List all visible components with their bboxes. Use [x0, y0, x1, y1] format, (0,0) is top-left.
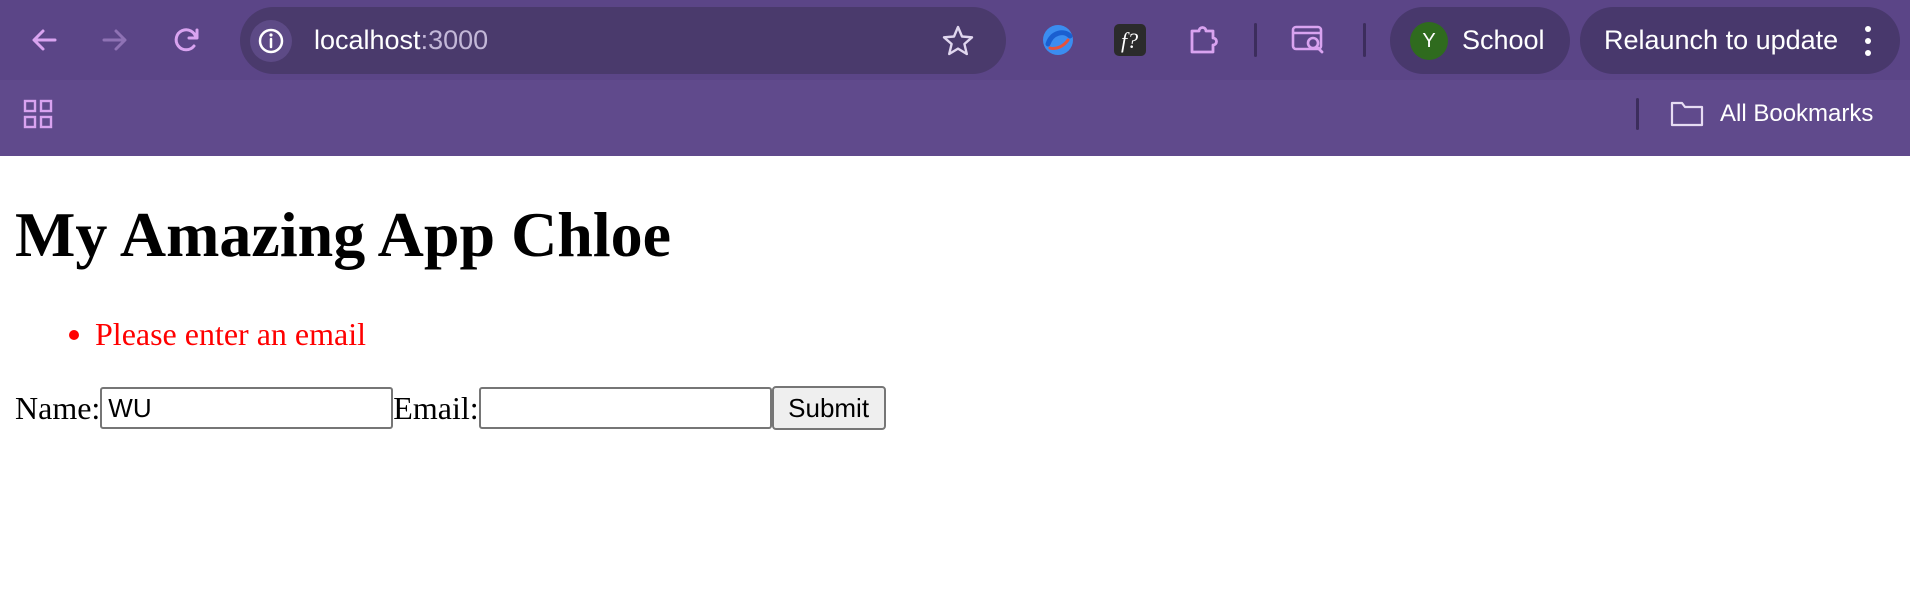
submit-button[interactable]: Submit — [771, 386, 886, 430]
signup-form: Name: Email: Submit — [15, 386, 886, 430]
email-label: Email: — [393, 389, 479, 426]
error-message: Please enter an email — [95, 316, 366, 352]
all-bookmarks-label[interactable]: All Bookmarks — [1720, 100, 1873, 128]
bookmarks-divider — [1636, 98, 1639, 130]
forward-icon — [102, 29, 127, 51]
address-bar[interactable]: localhost:3000 — [240, 7, 1006, 74]
browser-chrome: localhost:3000 f? Y School Relaunch to u… — [0, 0, 1910, 156]
url-text: localhost:3000 — [314, 25, 488, 56]
site-info-icon — [258, 28, 284, 54]
profile-name: School — [1462, 25, 1545, 55]
forward-button[interactable] — [93, 18, 137, 62]
profile-button[interactable]: Y School — [1390, 7, 1570, 74]
extensions-button[interactable] — [1182, 19, 1224, 61]
svg-text:f?: f? — [1121, 28, 1138, 53]
apps-grid-icon[interactable] — [22, 98, 54, 130]
avatar: Y — [1410, 22, 1448, 60]
browser-toolbar: localhost:3000 f? Y School Relaunch to u… — [0, 0, 1910, 80]
back-icon — [32, 29, 57, 51]
toolbar-divider — [1254, 23, 1257, 57]
name-label: Name: — [15, 389, 101, 426]
toolbar-divider — [1363, 23, 1366, 57]
star-icon[interactable] — [940, 23, 976, 59]
reload-button[interactable] — [165, 18, 209, 62]
extensions-puzzle-icon — [1190, 26, 1218, 54]
relaunch-label: Relaunch to update — [1604, 25, 1839, 55]
url-port: :3000 — [420, 25, 489, 55]
page-title: My Amazing App Chloe — [15, 199, 672, 270]
name-field[interactable] — [100, 387, 394, 429]
back-button[interactable] — [22, 18, 66, 62]
site-info-button[interactable] — [250, 20, 292, 62]
error-item: Please enter an email — [69, 316, 366, 353]
extension-swirl-button[interactable] — [1037, 19, 1079, 61]
tab-search-button[interactable] — [1288, 19, 1330, 61]
folder-icon[interactable] — [1670, 99, 1704, 127]
extension-swirl-icon — [1043, 25, 1073, 55]
url-host: localhost — [314, 25, 421, 55]
email-field[interactable] — [478, 387, 772, 429]
reload-icon — [174, 28, 199, 52]
error-list: Please enter an email — [69, 316, 366, 353]
bullet — [69, 330, 79, 340]
extension-formula-icon: f? — [1114, 24, 1146, 56]
extension-formula-button[interactable]: f? — [1109, 19, 1151, 61]
page-content: My Amazing App Chloe Please enter an ema… — [0, 156, 1910, 610]
tab-search-icon — [1291, 25, 1324, 54]
relaunch-button[interactable]: Relaunch to update — [1580, 7, 1900, 74]
kebab-menu-icon[interactable] — [1858, 23, 1878, 59]
